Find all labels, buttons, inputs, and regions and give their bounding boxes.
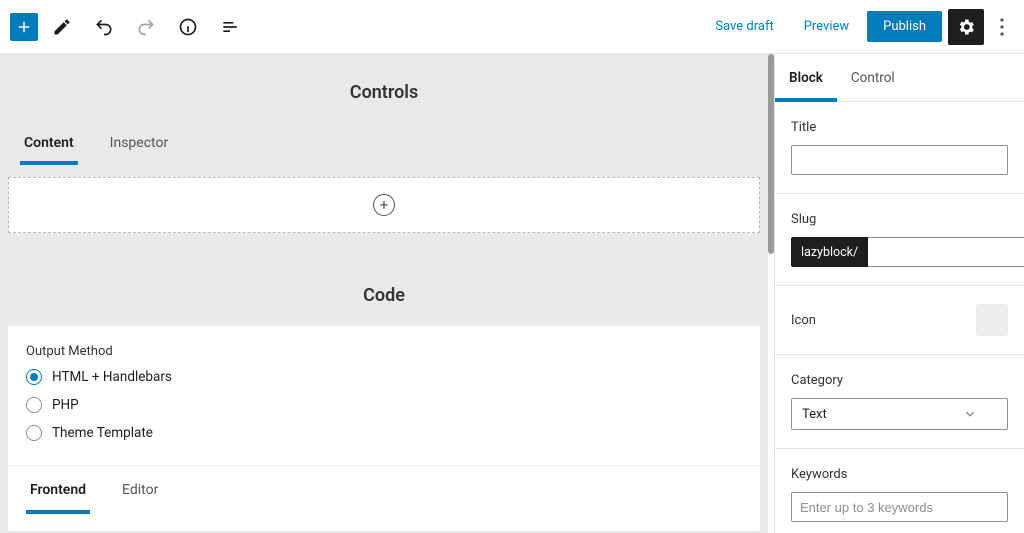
radio-theme-template[interactable]: Theme Template (26, 425, 742, 441)
gear-icon (956, 17, 976, 37)
tab-editor[interactable]: Editor (118, 466, 162, 513)
plus-icon (15, 18, 33, 36)
category-section: Category Text (775, 355, 1024, 449)
undo-icon (94, 17, 114, 37)
radio-icon (26, 369, 42, 385)
title-input[interactable] (791, 145, 1008, 175)
plus-circle-icon: + (373, 194, 395, 216)
save-draft-button[interactable]: Save draft (703, 11, 785, 42)
title-label: Title (791, 120, 1008, 135)
radio-label: HTML + Handlebars (52, 369, 172, 385)
add-block-button[interactable] (10, 13, 38, 41)
slug-section: Slug lazyblock/ (775, 194, 1024, 286)
slug-label: Slug (791, 212, 1008, 227)
publish-button[interactable]: Publish (867, 11, 942, 42)
code-heading: Code (0, 257, 768, 326)
keywords-label: Keywords (791, 467, 1008, 482)
add-control-dropzone[interactable]: + (8, 177, 760, 233)
icon-section: Icon (775, 286, 1024, 355)
more-menu-button[interactable] (990, 9, 1014, 45)
scrollbar[interactable] (768, 54, 774, 533)
sidebar-tab-control[interactable]: Control (837, 54, 909, 101)
code-panel: Output Method HTML + Handlebars PHP Them… (8, 326, 760, 531)
preview-button[interactable]: Preview (792, 11, 861, 42)
info-icon (178, 17, 198, 37)
outline-button[interactable] (212, 9, 248, 45)
category-select[interactable]: Text (791, 398, 1008, 430)
icon-picker[interactable] (976, 304, 1008, 336)
undo-button[interactable] (86, 9, 122, 45)
radio-icon (26, 425, 42, 441)
sidebar-tab-block[interactable]: Block (775, 54, 837, 102)
sidebar: Block Control Title Slug lazyblock/ Icon… (774, 54, 1024, 533)
toolbar-right-group: Save draft Preview Publish (703, 9, 1014, 45)
toolbar-left-group (10, 9, 248, 45)
info-button[interactable] (170, 9, 206, 45)
tab-inspector[interactable]: Inspector (106, 123, 173, 164)
radio-php[interactable]: PHP (26, 397, 742, 413)
output-method-radio-group: HTML + Handlebars PHP Theme Template (26, 369, 742, 441)
title-section: Title (775, 102, 1024, 194)
more-vertical-icon (1000, 18, 1004, 36)
redo-button[interactable] (128, 9, 164, 45)
icon-label: Icon (791, 313, 816, 328)
tab-frontend[interactable]: Frontend (26, 466, 90, 514)
slug-input[interactable] (868, 237, 1024, 267)
output-method-label: Output Method (26, 344, 742, 359)
radio-label: Theme Template (52, 425, 153, 441)
category-value: Text (802, 407, 827, 422)
category-label: Category (791, 373, 1008, 388)
top-toolbar: Save draft Preview Publish (0, 0, 1024, 54)
keywords-section: Keywords (775, 449, 1024, 533)
chevron-down-icon (963, 407, 977, 421)
code-tabs: Frontend Editor (8, 465, 760, 513)
pencil-icon (52, 17, 72, 37)
controls-tabs: Content Inspector (0, 123, 768, 165)
settings-button[interactable] (948, 9, 984, 45)
slug-prefix: lazyblock/ (791, 237, 868, 267)
sidebar-tabs: Block Control (775, 54, 1024, 102)
keywords-input[interactable] (791, 492, 1008, 522)
radio-html-handlebars[interactable]: HTML + Handlebars (26, 369, 742, 385)
tab-content[interactable]: Content (20, 123, 78, 165)
list-icon (220, 17, 240, 37)
radio-icon (26, 397, 42, 413)
edit-mode-button[interactable] (44, 9, 80, 45)
controls-heading: Controls (0, 54, 768, 123)
radio-label: PHP (52, 397, 79, 413)
main-canvas: Controls Content Inspector + Code Output… (0, 54, 768, 533)
redo-icon (136, 17, 156, 37)
